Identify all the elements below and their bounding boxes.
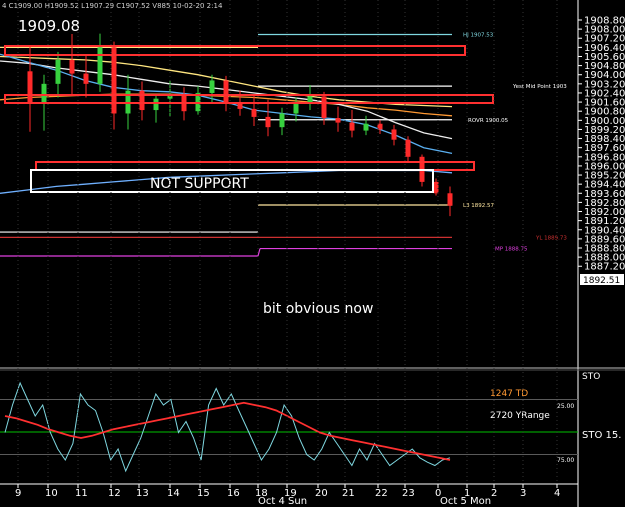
level-label: YL 1889.73 <box>535 235 567 241</box>
sto-label-top: STO <box>582 372 600 382</box>
candle-body <box>293 103 299 114</box>
time-tick-label: 15 <box>197 488 210 499</box>
candle-body <box>405 139 411 157</box>
candle-body <box>41 83 47 104</box>
sto-tick-25: 25.00 <box>557 403 574 410</box>
time-tick-label: 2 <box>491 488 497 499</box>
trading-chart[interactable]: 1908.801908.001907.201906.401905.601904.… <box>0 0 625 507</box>
candle-body <box>265 116 271 128</box>
time-tick-label: 22 <box>375 488 388 499</box>
time-tick-label: 11 <box>75 488 88 499</box>
date-label-oct5: Oct 5 Mon <box>440 496 491 507</box>
price-axis: 1908.801908.001907.201906.401905.601904.… <box>578 16 625 273</box>
chart-background <box>0 0 625 507</box>
time-tick-label: 4 <box>554 488 560 499</box>
level-label: MP 1888.75 <box>495 247 528 253</box>
time-tick-label: 9 <box>15 488 21 499</box>
time-tick-label: 16 <box>227 488 240 499</box>
level-label: Yest Mid Point 1903 <box>512 84 567 90</box>
candle-body <box>447 193 453 206</box>
time-tick-label: 3 <box>520 488 526 499</box>
time-tick-label: 23 <box>402 488 415 499</box>
candle-body <box>433 181 439 194</box>
price-tick-label: 1887.20 <box>584 262 625 273</box>
candle-body <box>349 122 355 131</box>
candle-body <box>391 129 397 140</box>
bit-obvious-label: bit obvious now <box>263 301 373 317</box>
time-tick-label: 10 <box>45 488 58 499</box>
last-price-value: 1892.51 <box>583 276 620 286</box>
candle-body <box>223 80 229 103</box>
candle-body <box>27 71 33 104</box>
candle-body <box>209 80 215 93</box>
candle-body <box>69 59 75 74</box>
time-tick-label: 21 <box>342 488 355 499</box>
time-tick-label: 13 <box>136 488 149 499</box>
candle-body <box>321 96 327 119</box>
candle-body <box>279 113 285 128</box>
level-label: ROVR 1900.05 <box>468 118 509 124</box>
yrange-label: 2720 YRange <box>490 411 550 421</box>
level-label: L3 1892.57 <box>463 203 495 209</box>
candle-body <box>335 118 341 123</box>
header-info: 4 C1909.00 H1909.52 L1907.29 C1907.52 V8… <box>2 2 223 10</box>
candle-body <box>139 90 145 111</box>
candle-body <box>251 108 257 117</box>
sto-tick-15: STO 15. <box>582 430 621 441</box>
time-tick-label: 20 <box>315 488 328 499</box>
level-label: HJ 1907.53 <box>463 32 494 38</box>
candle-body <box>363 123 369 131</box>
td-label: 1247 TD <box>490 389 528 399</box>
time-tick-label: 14 <box>167 488 180 499</box>
candle-body <box>55 59 61 84</box>
candle-body <box>153 98 159 111</box>
current-price: 1909.08 <box>18 17 80 35</box>
date-label-oct4: Oct 4 Sun <box>258 496 307 507</box>
candle-body <box>97 47 103 84</box>
sto-tick-75: 75.00 <box>557 457 574 464</box>
candle-body <box>83 73 89 84</box>
time-tick-label: 12 <box>108 488 121 499</box>
